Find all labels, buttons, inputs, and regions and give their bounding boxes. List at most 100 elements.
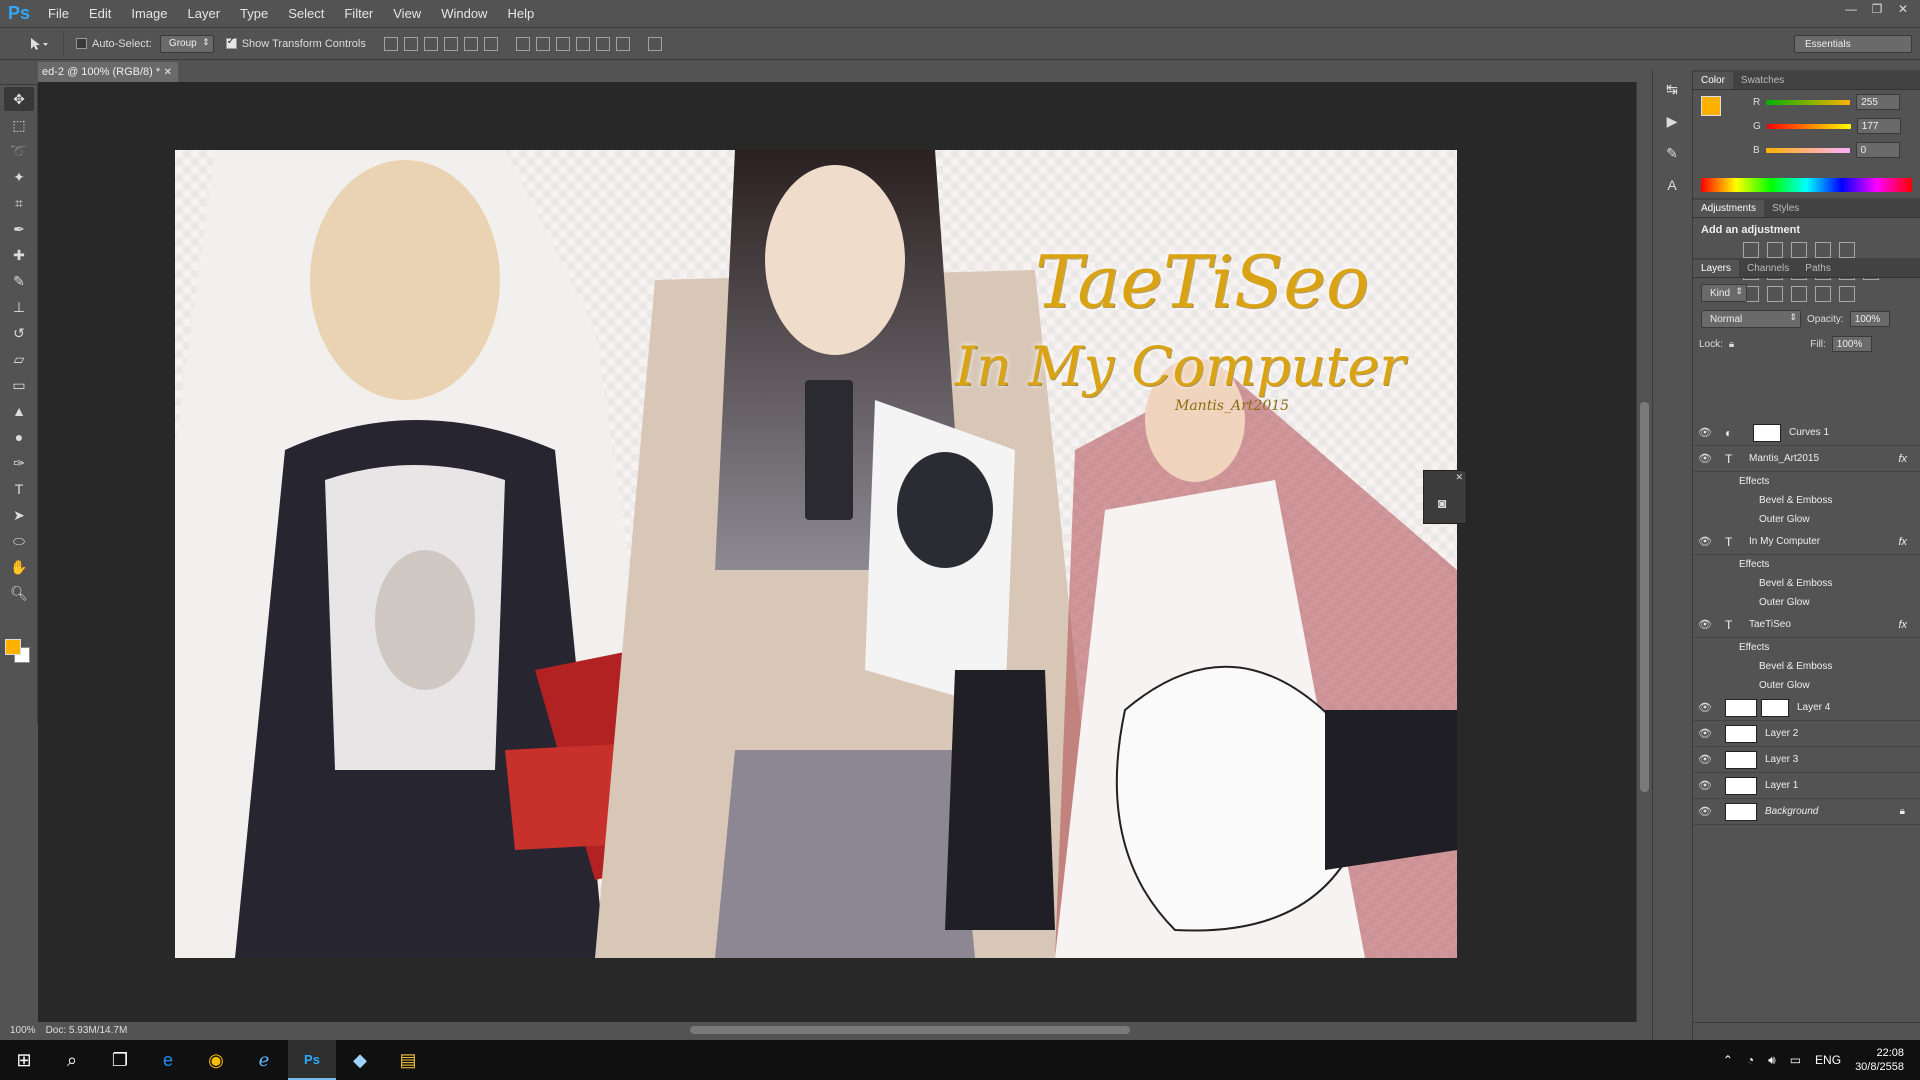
auto-align-icon[interactable] [647, 36, 662, 51]
auto-select-dropdown[interactable]: Group [159, 34, 214, 53]
dodge-tool-icon[interactable]: ● [4, 425, 34, 449]
visibility-eye-icon[interactable]: 👁︎ [1693, 805, 1717, 818]
layer-row[interactable]: 👁︎ Layer 2 [1693, 721, 1920, 747]
magic-wand-icon[interactable]: ✦ [4, 165, 34, 189]
type-tool-icon[interactable]: T [4, 477, 34, 501]
distribute-top-icon[interactable] [515, 36, 530, 51]
distribute-left-icon[interactable] [575, 36, 590, 51]
layer-row[interactable]: 👁︎ T Mantis_Art2015 fx [1693, 446, 1920, 472]
green-slider[interactable] [1766, 123, 1851, 129]
red-value[interactable]: 255 [1856, 94, 1901, 110]
tray-overflow-icon[interactable]: ⌃ [1723, 1053, 1733, 1067]
close-tab-icon[interactable]: ✕ [164, 67, 172, 78]
effects-row[interactable]: Effects [1693, 472, 1920, 491]
vertical-scrollbar[interactable] [1636, 82, 1652, 1022]
close-icon[interactable]: ✕ [1892, 0, 1914, 18]
brush-tool-icon[interactable]: ✎ [4, 269, 34, 293]
layer-row[interactable]: 👁︎ ◐ Curves 1 [1693, 420, 1920, 446]
edge-icon[interactable]: e [144, 1040, 192, 1080]
menu-filter[interactable]: Filter [334, 6, 383, 21]
history-brush-icon[interactable]: ↺ [4, 321, 34, 345]
layer-row[interactable]: 👁︎ Layer 3 [1693, 747, 1920, 773]
distribute-right-icon[interactable] [615, 36, 630, 51]
clock[interactable]: 22:08 30/8/2558 [1855, 1046, 1904, 1074]
opacity-value[interactable]: 100% [1849, 311, 1890, 327]
align-bottom-icon[interactable] [423, 36, 438, 51]
workspace-switcher[interactable]: Essentials [1794, 35, 1912, 53]
zoom-level[interactable]: 100% [10, 1025, 36, 1036]
move-tool-icon[interactable]: ✥ [4, 87, 34, 111]
brightness-icon[interactable] [1743, 242, 1759, 258]
align-hcenter-icon[interactable] [463, 36, 478, 51]
fill-value[interactable]: 100% [1831, 336, 1872, 352]
distribute-bottom-icon[interactable] [555, 36, 570, 51]
minimize-icon[interactable]: — [1840, 0, 1862, 18]
visibility-eye-icon[interactable]: 👁︎ [1693, 535, 1717, 548]
horizontal-scroll-thumb[interactable] [690, 1026, 1130, 1034]
tab-adjustments[interactable]: Adjustments [1693, 200, 1765, 217]
show-transform-checkbox[interactable] [225, 36, 237, 49]
effects-row[interactable]: Effects [1693, 555, 1920, 574]
visibility-eye-icon[interactable]: 👁︎ [1693, 426, 1717, 439]
blue-slider[interactable] [1765, 147, 1850, 153]
chrome-icon[interactable]: ◉ [192, 1040, 240, 1080]
restore-icon[interactable]: ❐ [1866, 0, 1888, 18]
visibility-eye-icon[interactable]: 👁︎ [1693, 753, 1717, 766]
visibility-eye-icon[interactable]: 👁︎ [1693, 727, 1717, 740]
blur-tool-icon[interactable]: ▲ [4, 399, 34, 423]
vertical-scroll-thumb[interactable] [1640, 402, 1649, 792]
fx-badge[interactable]: fx [1898, 536, 1907, 548]
effect-row[interactable]: Bevel & Emboss [1693, 657, 1920, 676]
green-value[interactable]: 177 [1856, 118, 1901, 134]
hand-tool-icon[interactable]: ✋ [4, 555, 34, 579]
document-tab[interactable]: ed-2 @ 100% (RGB/8) * ✕ [38, 62, 178, 82]
character-icon[interactable]: A [1658, 172, 1686, 198]
distribute-hcenter-icon[interactable] [595, 36, 610, 51]
path-selection-icon[interactable]: ➤ [4, 503, 34, 527]
exposure-icon[interactable] [1815, 242, 1831, 258]
effect-row[interactable]: Bevel & Emboss [1693, 491, 1920, 510]
effect-row[interactable]: Bevel & Emboss [1693, 574, 1920, 593]
start-icon[interactable]: ⊞ [0, 1040, 48, 1080]
brush-presets-icon[interactable]: ✎ [1658, 140, 1686, 166]
effect-row[interactable]: Outer Glow [1693, 510, 1920, 529]
color-spectrum[interactable] [1701, 178, 1912, 192]
menu-image[interactable]: Image [121, 6, 177, 21]
menu-select[interactable]: Select [278, 6, 334, 21]
zoom-tool-icon[interactable]: 🔍︎ [4, 581, 34, 605]
lasso-tool-icon[interactable]: ➰ [4, 139, 34, 163]
align-top-icon[interactable] [383, 36, 398, 51]
tab-paths[interactable]: Paths [1797, 260, 1839, 277]
tab-styles[interactable]: Styles [1764, 200, 1807, 217]
fx-badge[interactable]: fx [1898, 453, 1907, 465]
tab-color[interactable]: Color [1693, 72, 1733, 89]
fx-badge[interactable]: fx [1898, 619, 1907, 631]
crop-tool-icon[interactable]: ⌗ [4, 191, 34, 215]
file-explorer-icon[interactable]: ▤ [384, 1040, 432, 1080]
align-vcenter-icon[interactable] [403, 36, 418, 51]
menu-layer[interactable]: Layer [178, 6, 231, 21]
levels-icon[interactable] [1767, 242, 1783, 258]
layer-row[interactable]: 👁︎ Background 🔒︎ [1693, 799, 1920, 825]
vibrance-icon[interactable] [1839, 242, 1855, 258]
curves-icon[interactable] [1791, 242, 1807, 258]
mini-panel-close-icon[interactable]: ✕ [1455, 472, 1463, 483]
layer-row[interactable]: 👁︎ Layer 4 [1693, 695, 1920, 721]
menu-file[interactable]: File [38, 6, 79, 21]
visibility-eye-icon[interactable]: 👁︎ [1693, 618, 1717, 631]
network-icon[interactable]: ◔ [1747, 1053, 1754, 1067]
shape-tool-icon[interactable]: ⬭ [4, 529, 34, 553]
floating-mini-panel[interactable]: ✕ ◙ [1423, 470, 1467, 524]
layer-row[interactable]: 👁︎ Layer 1 [1693, 773, 1920, 799]
language-indicator[interactable]: ENG [1815, 1053, 1841, 1067]
tab-channels[interactable]: Channels [1739, 260, 1797, 277]
volume-icon[interactable]: 🔊︎ [1768, 1053, 1776, 1068]
visibility-eye-icon[interactable]: 👁︎ [1693, 452, 1717, 465]
menu-help[interactable]: Help [497, 6, 544, 21]
layer-row[interactable]: 👁︎ T In My Computer fx [1693, 529, 1920, 555]
align-left-icon[interactable] [443, 36, 458, 51]
tab-layers[interactable]: Layers [1693, 260, 1740, 277]
effects-row[interactable]: Effects [1693, 638, 1920, 657]
menu-type[interactable]: Type [230, 6, 278, 21]
effect-row[interactable]: Outer Glow [1693, 676, 1920, 695]
